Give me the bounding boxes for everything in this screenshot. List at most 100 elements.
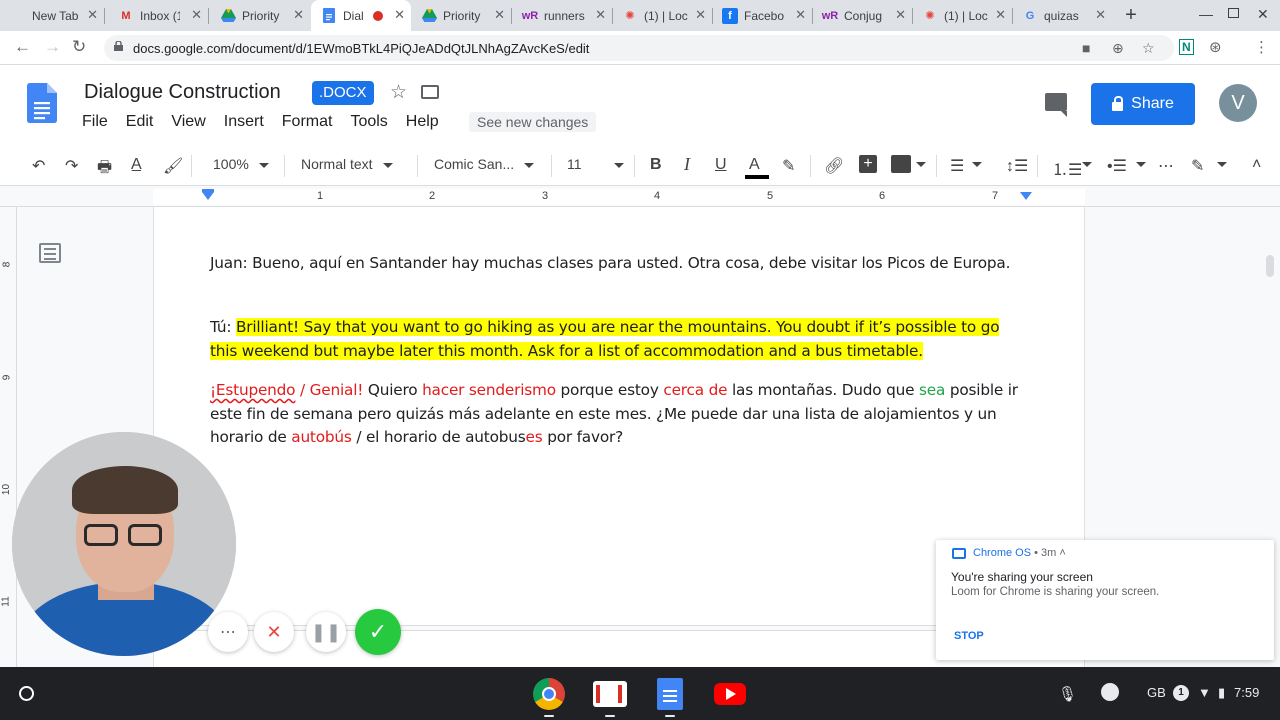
font-size-select[interactable]: 11 [567,156,624,172]
close-icon[interactable]: ✕ [87,8,98,22]
line-spacing-icon[interactable]: ↕☰ [1006,156,1028,176]
zoom-icon[interactable]: ⊕ [1112,40,1124,57]
align-left-icon[interactable]: ☰ [950,156,964,176]
tab-loom-2[interactable]: ✺ (1) | Loc ✕ [912,0,1012,31]
loom-more-button[interactable]: ⋯ [208,612,248,652]
minimize-icon[interactable]: — [1199,6,1213,22]
italic-icon[interactable]: I [684,154,690,175]
tab-facebook[interactable]: f Facebo ✕ [712,0,812,31]
tab-priority-2[interactable]: Priority ✕ [411,0,511,31]
insert-link-icon[interactable]: 🔗︎ [824,156,844,176]
extension-n-icon[interactable]: N [1179,39,1194,55]
tab-quizas[interactable]: G quizas ✕ [1012,0,1112,31]
tab-runners[interactable]: wR runners ✕ [512,0,612,31]
close-icon[interactable]: ✕ [1095,8,1106,22]
close-icon[interactable]: ✕ [595,8,606,22]
keyboard-region[interactable]: GB [1147,685,1166,700]
menu-format[interactable]: Format [282,113,333,133]
docs-app-icon[interactable] [657,678,683,710]
notification-time[interactable]: • 3m ˄ [1034,547,1066,559]
close-icon[interactable]: ✕ [394,8,405,22]
undo-icon[interactable]: ↶ [32,156,45,176]
close-icon[interactable]: ✕ [494,8,505,22]
star-icon[interactable]: ☆ [390,81,407,104]
numbered-list-icon[interactable]: ⒈☰ [1052,156,1082,180]
document-title[interactable]: Dialogue Construction [84,81,281,104]
tab-new-tab[interactable]: New Tab ✕ [0,0,104,31]
close-icon[interactable]: ✕ [995,8,1006,22]
loom-finish-button[interactable]: ✓ [355,609,401,655]
share-button[interactable]: Share [1091,83,1195,125]
menu-view[interactable]: View [171,113,205,133]
webcam-bubble[interactable] [12,432,236,656]
bold-icon[interactable]: B [650,156,662,174]
gmail-app-icon[interactable] [593,681,627,707]
chrome-app-icon[interactable] [533,678,565,710]
underline-icon[interactable]: U [715,156,727,174]
vertical-scrollbar[interactable] [1266,255,1274,277]
battery-icon[interactable]: ▮ [1218,685,1225,701]
close-icon[interactable]: ✕ [695,8,706,22]
left-indent-marker[interactable] [202,192,214,200]
user-avatar[interactable]: V [1219,84,1257,122]
zoom-select[interactable]: 100% [213,156,269,172]
add-comment-icon[interactable]: + [859,155,877,173]
close-icon[interactable]: ✕ [795,8,806,22]
close-icon[interactable]: ✕ [191,8,202,22]
back-arrow-icon[interactable]: ← [14,37,31,57]
tab-priority[interactable]: Priority ✕ [210,0,310,31]
menu-tools[interactable]: Tools [350,113,387,133]
stop-sharing-button[interactable]: STOP [954,630,984,642]
extension-loom-icon[interactable]: ⊛ [1209,38,1222,56]
paragraph-answer[interactable]: ¡Estupendo / Genial! Quiero hacer sender… [210,379,1020,450]
tab-dialogue-active[interactable]: Dial ✕ [311,0,411,31]
wifi-icon[interactable]: ▼ [1198,685,1211,700]
reload-icon[interactable]: ↻ [72,37,86,57]
insert-image-icon[interactable] [891,155,911,173]
menu-insert[interactable]: Insert [224,113,264,133]
font-select[interactable]: Comic San... [434,156,535,172]
see-new-changes-button[interactable]: See new changes [469,112,597,132]
camera-icon[interactable]: ■ [1082,40,1090,56]
browser-menu-icon[interactable]: ⋮ [1254,38,1269,56]
paragraph-style-select[interactable]: Normal text [301,156,393,172]
forward-arrow-icon[interactable]: → [44,37,61,57]
paint-format-icon[interactable]: 🖌 [163,156,183,176]
youtube-app-icon[interactable] [714,683,746,705]
right-indent-marker[interactable] [1020,192,1032,200]
close-icon[interactable]: ✕ [895,8,906,22]
tab-inbox[interactable]: M Inbox (1 ✕ [108,0,208,31]
loom-cancel-button[interactable]: ✕ [254,612,294,652]
text-color-icon[interactable]: A [749,156,760,174]
tab-loom[interactable]: ✺ (1) | Loc ✕ [612,0,712,31]
notification-count-badge[interactable]: 1 [1173,685,1189,701]
bookmark-star-icon[interactable]: ☆ [1142,40,1155,57]
paragraph-tu-prompt[interactable]: Tú: Brilliant! Say that you want to go h… [210,316,1020,363]
microphone-icon[interactable]: 🎙︎ [1058,685,1077,703]
address-bar[interactable]: docs.google.com/document/d/1EWmoBTkL4PiQ… [104,35,1174,61]
print-icon[interactable]: 🖶 [97,156,112,183]
document-outline-icon[interactable] [39,243,61,263]
comment-history-icon[interactable] [1045,93,1067,117]
bulleted-list-icon[interactable]: •☰ [1107,156,1127,176]
new-tab-plus-icon[interactable]: + [1121,4,1141,27]
tab-conjug[interactable]: wR Conjug ✕ [812,0,912,31]
window-close-icon[interactable]: ✕ [1257,6,1269,23]
paragraph-juan[interactable]: Juan: Bueno, aquí en Santander hay mucha… [210,252,1020,276]
editing-mode-icon[interactable]: ✎ [1191,156,1204,176]
loom-pause-button[interactable]: ❚❚ [306,612,346,652]
clock[interactable]: 7:59 [1234,685,1259,700]
redo-icon[interactable]: ↷ [65,156,78,176]
highlight-color-icon[interactable]: ✎ [782,156,795,176]
maximize-icon[interactable] [1228,8,1239,18]
more-options-icon[interactable]: ⋯ [1158,156,1174,176]
menu-file[interactable]: File [82,113,108,133]
menu-edit[interactable]: Edit [126,113,154,133]
collapse-chevron-up-icon[interactable]: ˄ [1252,156,1261,174]
launcher-icon[interactable] [19,686,34,701]
close-icon[interactable]: ✕ [293,8,304,22]
menu-help[interactable]: Help [406,113,439,133]
move-folder-icon[interactable] [421,85,439,99]
screen-capture-icon[interactable] [1101,683,1119,701]
spellcheck-icon[interactable]: A̲ [131,156,142,174]
